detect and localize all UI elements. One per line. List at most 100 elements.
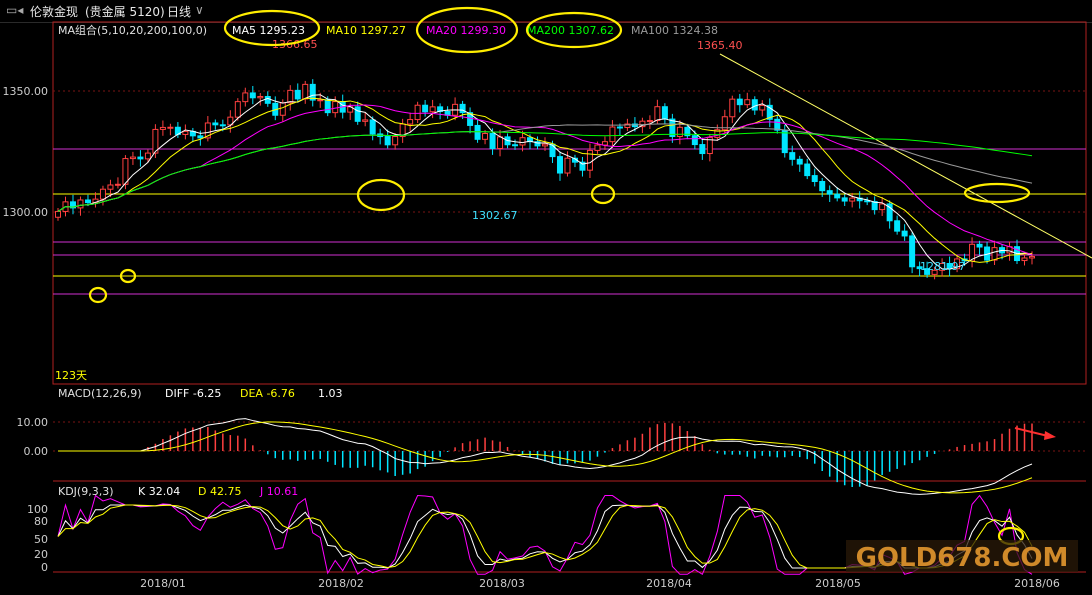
candle-down: [834, 193, 841, 199]
candle-down: [556, 156, 563, 174]
candle-up: [99, 188, 106, 200]
ma5-value: MA5 1295.23: [232, 24, 305, 37]
candle-up: [676, 126, 683, 138]
date-label: 2018/02: [318, 577, 364, 590]
kdj-tick: 50: [34, 533, 48, 546]
candle-down: [841, 197, 848, 202]
ma20-value: MA20 1299.30: [426, 24, 506, 37]
macd-tick: 10.00: [17, 416, 49, 429]
candle-up: [879, 203, 886, 211]
candle-up: [497, 136, 504, 149]
candle-down: [324, 99, 331, 114]
kdj-tick: 80: [34, 515, 48, 528]
candle-up: [362, 119, 369, 122]
ma200-value: MA200 1307.62: [527, 24, 614, 37]
candle-up: [414, 104, 421, 121]
candle-down: [894, 220, 901, 232]
candle-down: [422, 104, 429, 113]
candle-down: [661, 106, 668, 120]
candle-down: [699, 144, 706, 155]
candle-up: [407, 119, 414, 125]
ma10-value: MA10 1297.27: [326, 24, 406, 37]
candle-up: [182, 130, 189, 135]
candle-down: [826, 190, 833, 195]
j-value: J 10.61: [259, 485, 298, 498]
high-annotation: 1365.40: [697, 39, 743, 52]
ma100-value: MA100 1324.38: [631, 24, 718, 37]
candle-down: [781, 129, 788, 154]
candle-down: [474, 124, 481, 140]
support-lines: [53, 53, 1092, 295]
candle-up: [77, 199, 84, 209]
candle-up: [242, 92, 249, 103]
candle-up: [129, 156, 136, 160]
candle-down: [796, 158, 803, 165]
candle-up: [849, 197, 856, 202]
macd-value: 1.03: [318, 387, 343, 400]
candle-up: [429, 106, 436, 113]
candle-up: [482, 133, 489, 140]
candlestick-chart: 1350.00 1300.00 10.00 0.00 100 80 50 20 …: [3, 6, 1092, 590]
candle-up: [392, 136, 399, 146]
watermark: GOLD678.COM: [856, 543, 1069, 573]
downtrend-line: [719, 53, 1092, 259]
candle-down: [976, 243, 983, 248]
ma10-line: [57, 97, 1033, 263]
candle-up: [302, 83, 309, 100]
candle-up: [646, 120, 653, 123]
date-label: 2018/04: [646, 577, 692, 590]
candle-down: [197, 135, 204, 139]
candle-up: [609, 126, 616, 143]
days-count: 123天: [55, 369, 87, 382]
candle-up: [1029, 256, 1035, 259]
candle-up: [654, 106, 661, 122]
candle-down: [789, 152, 796, 160]
candle-down: [804, 163, 811, 177]
low-annotation: 1281.97: [920, 260, 966, 273]
kdj-tick: 20: [34, 548, 48, 561]
candle-down: [909, 235, 916, 268]
candle-up: [594, 144, 601, 151]
candle-down: [369, 119, 376, 135]
candle-down: [691, 135, 698, 146]
candle-down: [264, 96, 271, 104]
candle-up: [991, 247, 998, 261]
candle-up: [317, 99, 324, 102]
candle-down: [549, 143, 556, 158]
candle-up: [586, 149, 593, 171]
candle-down: [219, 124, 226, 127]
candle-down: [249, 92, 256, 99]
candle-down: [811, 175, 818, 183]
candle-up: [257, 96, 264, 99]
candle-up: [279, 102, 286, 116]
kdj-tick: 0: [41, 561, 48, 574]
trend-arrow: [1014, 427, 1056, 440]
diff-value: DIFF -6.25: [165, 387, 221, 400]
candle-up: [729, 98, 736, 118]
candle-down: [736, 98, 743, 106]
ma-legend-title: MA组合(5,10,20,200,100,0): [58, 23, 207, 37]
candle-up: [114, 183, 121, 186]
candle-down: [819, 181, 826, 192]
candle-up: [1021, 257, 1028, 262]
candle-series: [55, 79, 1035, 280]
candle-up: [519, 137, 526, 146]
candle-up: [542, 143, 548, 147]
candle-down: [137, 156, 144, 160]
candle-down: [901, 230, 908, 237]
candle-down: [616, 126, 623, 129]
k-value: K 32.04: [138, 485, 180, 498]
candle-up: [759, 104, 766, 111]
candle-down: [212, 122, 219, 126]
kdj-title: KDJ(9,3,3): [58, 485, 114, 498]
candle-up: [122, 158, 129, 185]
date-label: 2018/01: [140, 577, 186, 590]
dea-value: DEA -6.76: [240, 387, 295, 400]
macd-histogram: [58, 418, 1033, 495]
ma5-line: [57, 94, 1033, 270]
price-tick: 1300.00: [3, 206, 49, 219]
candle-up: [332, 101, 339, 114]
candle-down: [84, 199, 91, 204]
candle-up: [167, 126, 174, 129]
macd-tick: 0.00: [24, 445, 49, 458]
